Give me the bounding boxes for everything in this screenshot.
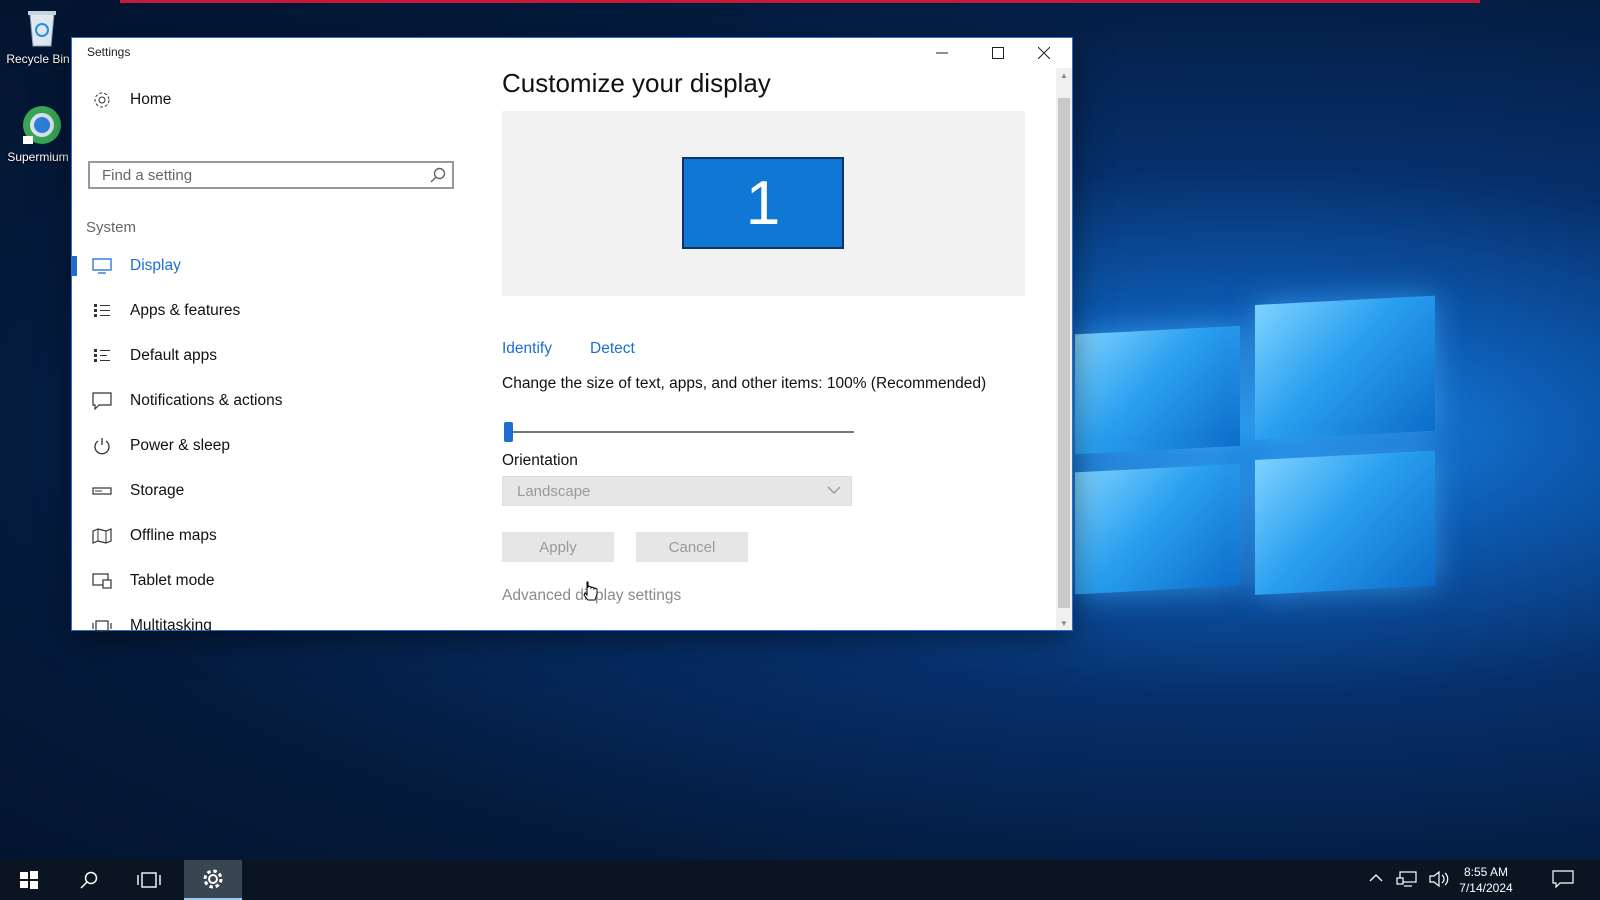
sidebar-item-label: Power & sleep: [130, 437, 230, 454]
gear-icon: [203, 869, 223, 889]
orientation-dropdown[interactable]: Landscape: [502, 476, 852, 506]
sidebar-item-home[interactable]: Home: [72, 80, 472, 120]
windows-start-icon: [20, 871, 38, 889]
orientation-label: Orientation: [502, 452, 578, 469]
chevron-down-icon: [827, 482, 841, 503]
tablet-icon: [92, 571, 112, 591]
sidebar-item-apps-features[interactable]: Apps & features: [72, 291, 472, 331]
sidebar-item-multitasking[interactable]: Multitasking: [72, 606, 472, 646]
scrollbar-thumb[interactable]: [1058, 98, 1070, 608]
close-icon: [1038, 47, 1050, 59]
maximize-icon: [992, 47, 1004, 59]
sidebar-item-notifications[interactable]: Notifications & actions: [72, 381, 472, 421]
apps-list-icon: [92, 301, 112, 321]
display-preview: 1: [502, 111, 1025, 296]
sidebar-item-display[interactable]: Display: [72, 246, 472, 286]
minimize-button[interactable]: [914, 38, 970, 68]
apply-button[interactable]: Apply: [502, 532, 614, 562]
task-view-button[interactable]: [120, 860, 178, 900]
map-icon: [92, 526, 112, 546]
cancel-button[interactable]: Cancel: [636, 532, 748, 562]
sidebar-item-default-apps[interactable]: Default apps: [72, 336, 472, 376]
clock-date: 7/14/2024: [1459, 881, 1513, 895]
storage-icon: [92, 481, 112, 501]
sidebar-item-label: Home: [130, 91, 172, 108]
monitor-tile[interactable]: 1: [682, 157, 844, 249]
orientation-value: Landscape: [517, 483, 591, 500]
frame-border: [120, 0, 1480, 3]
sidebar: Home Find a setting System Display Apps …: [72, 68, 472, 634]
scale-description: Change the size of text, apps, and other…: [502, 375, 987, 392]
display-settings-content: Customize your display 1 Identify Detect…: [502, 68, 1042, 628]
default-apps-icon: [92, 346, 112, 366]
notification-icon: [92, 391, 112, 411]
action-center-icon[interactable]: [1552, 870, 1574, 893]
sidebar-item-offline-maps[interactable]: Offline maps: [72, 516, 472, 556]
detect-link[interactable]: Detect: [590, 340, 635, 358]
minimize-icon: [936, 52, 948, 54]
desktop-icon-supermium[interactable]: Supermium: [6, 104, 78, 164]
section-label: System: [86, 219, 137, 236]
scale-slider[interactable]: [504, 422, 854, 442]
sidebar-item-storage[interactable]: Storage: [72, 471, 472, 511]
scroll-up-icon[interactable]: ▲: [1056, 68, 1072, 82]
identify-link[interactable]: Identify: [502, 340, 552, 358]
power-icon: [92, 436, 112, 456]
scroll-down-icon[interactable]: ▼: [1056, 616, 1072, 630]
sidebar-item-label: Storage: [130, 482, 185, 499]
desktop-icon-label: Recycle Bin: [6, 52, 70, 66]
search-icon: [430, 167, 446, 188]
clock-time: 8:55 AM: [1463, 865, 1509, 879]
monitor-icon: [92, 256, 112, 276]
sidebar-item-label: Apps & features: [130, 302, 241, 319]
taskbar-settings-app[interactable]: [184, 860, 242, 900]
sidebar-item-label: Multitasking: [130, 617, 212, 634]
slider-thumb[interactable]: [504, 422, 513, 442]
sidebar-item-tablet-mode[interactable]: Tablet mode: [72, 561, 472, 601]
search-icon: [80, 871, 98, 889]
desktop-icon-recycle-bin[interactable]: Recycle Bin: [6, 6, 78, 66]
taskbar: 8:55 AM 7/14/2024: [0, 860, 1600, 900]
sidebar-item-label: Tablet mode: [130, 572, 215, 589]
search-input[interactable]: Find a setting: [88, 161, 454, 189]
chevron-up-icon[interactable]: [1368, 870, 1384, 891]
recycle-bin-icon: [21, 6, 63, 48]
taskbar-clock[interactable]: 8:55 AM 7/14/2024: [1446, 864, 1526, 896]
vertical-scrollbar[interactable]: ▲ ▼: [1056, 68, 1072, 630]
mouse-cursor-icon: [583, 581, 598, 601]
task-view-icon: [137, 872, 161, 888]
multitasking-icon: [92, 616, 112, 636]
sidebar-item-label: Display: [130, 257, 181, 274]
start-button[interactable]: [0, 860, 58, 900]
desktop-icon-label: Supermium: [7, 150, 69, 164]
network-icon[interactable]: [1396, 870, 1418, 893]
sidebar-item-power-sleep[interactable]: Power & sleep: [72, 426, 472, 466]
gear-icon: [92, 90, 112, 110]
active-indicator: [72, 256, 77, 276]
page-title: Customize your display: [502, 68, 771, 98]
windows-logo-wallpaper: [1075, 295, 1435, 615]
supermium-icon: [21, 104, 63, 146]
settings-window: Settings Home Find a setting System Disp…: [72, 38, 1072, 634]
title-bar[interactable]: Settings: [72, 38, 1072, 68]
close-button[interactable]: [1016, 38, 1072, 68]
sidebar-item-label: Notifications & actions: [130, 392, 283, 409]
taskbar-search-button[interactable]: [60, 860, 118, 900]
sidebar-item-label: Default apps: [130, 347, 218, 364]
window-title: Settings: [87, 45, 131, 59]
search-placeholder: Find a setting: [102, 167, 193, 184]
monitor-number: 1: [745, 168, 781, 238]
sidebar-item-label: Offline maps: [130, 527, 217, 544]
